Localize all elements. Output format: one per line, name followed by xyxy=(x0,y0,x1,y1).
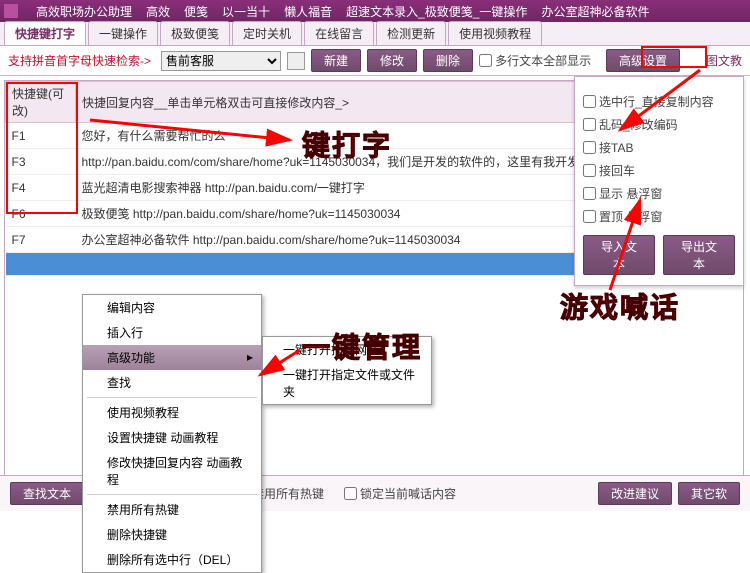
menu-item[interactable]: 办公室超神必备软件 xyxy=(541,3,649,20)
advanced-panel: 选中行_直接复制内容 乱码_修改编码 接TAB 接回车 显示 悬浮窗 置顶 悬浮… xyxy=(574,76,744,286)
ctx-set-hotkey-tutorial[interactable]: 设置快捷键 动画教程 xyxy=(83,425,261,450)
edit-button[interactable]: 修改 xyxy=(367,49,417,72)
menu-item[interactable]: 便笺 xyxy=(184,3,208,20)
opt-append-tab[interactable]: 接TAB xyxy=(583,139,735,156)
sub-open-website[interactable]: 一键打开指定网站 xyxy=(263,337,431,362)
tabbar: 快捷键打字 一键操作 极致便笺 定时关机 在线留言 检测更新 使用视频教程 xyxy=(0,22,750,46)
menubar: 高效职场办公助理 高效 便笺 以一当十 懒人福音 超速文本录入_极致便笺_一键操… xyxy=(0,0,750,22)
context-submenu: 一键打开指定网站 一键打开指定文件或文件夹 xyxy=(262,336,432,405)
lock-shout-content[interactable]: 锁定当前喊话内容 xyxy=(344,485,456,502)
new-button[interactable]: 新建 xyxy=(311,49,361,72)
opt-copy-selected[interactable]: 选中行_直接复制内容 xyxy=(583,93,735,110)
advanced-settings-button[interactable]: 高级设置 xyxy=(606,49,680,72)
tab-one-click[interactable]: 一键操作 xyxy=(88,21,158,45)
import-text-button[interactable]: 导入文本 xyxy=(583,235,655,275)
separator xyxy=(87,494,257,495)
multiline-checkbox[interactable]: 多行文本全部显示 xyxy=(479,52,591,69)
col-hotkey[interactable]: 快捷键(可改) xyxy=(6,82,76,123)
category-select[interactable]: 售前客服 xyxy=(161,51,281,71)
help-link[interactable]: 图文教 xyxy=(706,52,742,69)
other-software-button[interactable]: 其它软 xyxy=(678,482,740,505)
tab-video-tutorial[interactable]: 使用视频教程 xyxy=(448,21,542,45)
menu-item[interactable]: 高效 xyxy=(146,3,170,20)
tab-sticky-notes[interactable]: 极致便笺 xyxy=(160,21,230,45)
menu-item[interactable]: 超速文本录入_极致便笺_一键操作 xyxy=(346,3,527,20)
ctx-delete-selected[interactable]: 删除所有选中行（DEL） xyxy=(83,547,261,572)
search-text-button[interactable]: 查找文本 xyxy=(10,482,84,505)
opt-pin-float[interactable]: 置顶 悬浮窗 xyxy=(583,208,735,225)
suggest-button[interactable]: 改进建议 xyxy=(598,482,672,505)
ctx-disable-hotkeys[interactable]: 禁用所有热键 xyxy=(83,497,261,522)
opt-append-enter[interactable]: 接回车 xyxy=(583,162,735,179)
tab-online-message[interactable]: 在线留言 xyxy=(304,21,374,45)
ctx-delete-hotkey[interactable]: 删除快捷键 xyxy=(83,522,261,547)
toolbar: 支持拼音首字母快速检索-> 售前客服 新建 修改 删除 多行文本全部显示 高级设… xyxy=(0,46,750,76)
export-text-button[interactable]: 导出文本 xyxy=(663,235,735,275)
tab-hotkey-typing[interactable]: 快捷键打字 xyxy=(4,21,86,45)
delete-button[interactable]: 删除 xyxy=(423,49,473,72)
ctx-insert-row[interactable]: 插入行 xyxy=(83,320,261,345)
search-button[interactable] xyxy=(287,52,305,70)
tab-shutdown-timer[interactable]: 定时关机 xyxy=(232,21,302,45)
ctx-video-tutorial[interactable]: 使用视频教程 xyxy=(83,400,261,425)
ctx-edit-reply-tutorial[interactable]: 修改快捷回复内容 动画教程 xyxy=(83,450,261,492)
app-icon xyxy=(4,4,18,18)
menu-item[interactable]: 以一当十 xyxy=(222,3,270,20)
tab-check-update[interactable]: 检测更新 xyxy=(376,21,446,45)
menu-item[interactable]: 懒人福音 xyxy=(284,3,332,20)
content-area: 快捷键(可改) 快捷回复内容__单击单元格双击可直接修改内容_> F1您好，有什… xyxy=(0,76,750,486)
context-menu: 编辑内容 插入行 高级功能▸ 查找 使用视频教程 设置快捷键 动画教程 修改快捷… xyxy=(82,294,262,573)
ctx-find[interactable]: 查找 xyxy=(83,370,261,395)
ctx-edit-content[interactable]: 编辑内容 xyxy=(83,295,261,320)
opt-fix-encoding[interactable]: 乱码_修改编码 xyxy=(583,116,735,133)
sub-open-file[interactable]: 一键打开指定文件或文件夹 xyxy=(263,362,431,404)
ctx-advanced[interactable]: 高级功能▸ xyxy=(83,345,261,370)
support-label: 支持拼音首字母快速检索-> xyxy=(8,52,151,69)
chevron-right-icon: ▸ xyxy=(247,350,253,364)
menu-item[interactable]: 高效职场办公助理 xyxy=(36,3,132,20)
opt-show-float[interactable]: 显示 悬浮窗 xyxy=(583,185,735,202)
separator xyxy=(87,397,257,398)
